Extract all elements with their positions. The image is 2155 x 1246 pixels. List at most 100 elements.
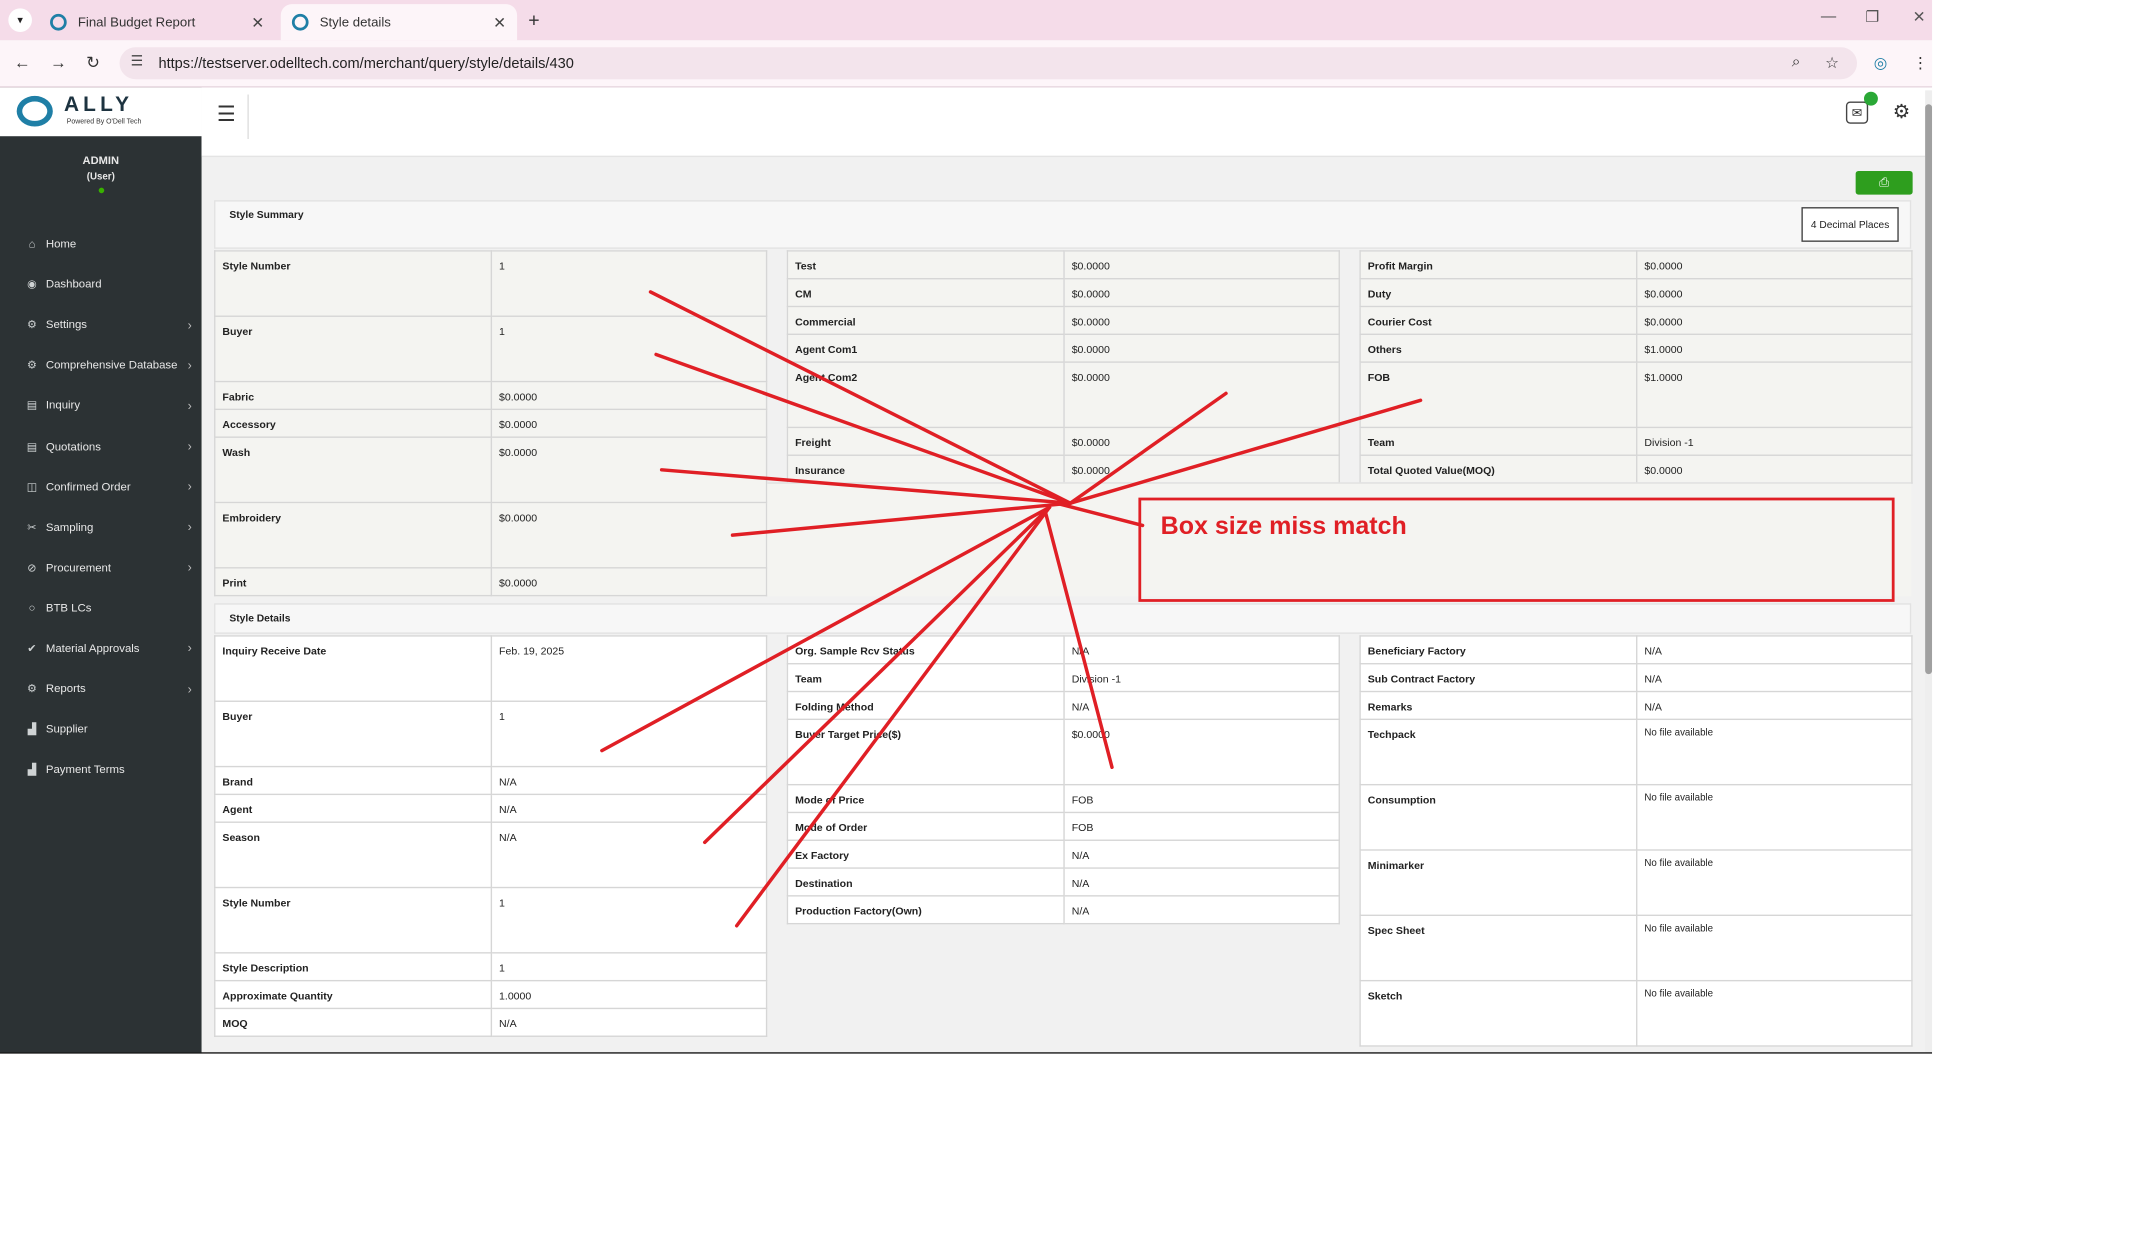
table-row: Brand N/A	[214, 765, 768, 796]
field-label: Approximate Quantity	[214, 979, 493, 1010]
field-label: Brand	[214, 765, 493, 796]
ban-icon: ⊘	[27, 561, 37, 574]
new-tab-plus-icon[interactable]: +	[528, 8, 539, 30]
field-value: $0.0000	[1063, 718, 1340, 786]
forward-arrow-icon[interactable]: →	[50, 53, 67, 72]
table-row: Sub Contract Factory N/A	[1359, 663, 1913, 693]
print-button[interactable]: ⎙	[1855, 170, 1913, 195]
field-label: CM	[786, 278, 1065, 308]
browser-address-bar: ← → ↻ ☰ https://testserver.odelltech.com…	[0, 40, 1933, 88]
zoom-icon[interactable]: ⌕	[1792, 54, 1801, 72]
browser-tab-bar: ▾ Final Budget Report ✕ Style details ✕ …	[0, 0, 1933, 41]
field-label: Test	[786, 250, 1065, 280]
field-value: 1	[490, 952, 768, 982]
bookmark-star-icon[interactable]: ☆	[1825, 54, 1839, 73]
tab-search-chevron-icon[interactable]: ▾	[8, 8, 32, 32]
sidebar-menu: ⌂ Home ◉ Dashboard ⚙ Settings › ⚙ Comprehensive …	[0, 224, 202, 790]
chevron-right-icon: ›	[187, 681, 192, 696]
field-value: Division -1	[1636, 426, 1913, 456]
tab-style-details[interactable]: Style details ✕	[280, 4, 518, 41]
scrollbar-thumb[interactable]	[1925, 104, 1933, 675]
notification-badge	[1863, 91, 1878, 106]
sidebar-item-quotations[interactable]: ▤ Quotations ›	[0, 426, 202, 466]
brand-tagline: Powered By O'Dell Tech	[66, 118, 142, 127]
field-label: Agent	[214, 793, 493, 823]
extension-icon[interactable]: ◎	[1874, 54, 1887, 73]
field-value: No file available	[1636, 783, 1913, 851]
sidebar-item-procurement[interactable]: ⊘ Procurement ›	[0, 547, 202, 587]
field-value: $0.0000	[1063, 333, 1340, 363]
field-label: Total Quoted Value(MOQ)	[1359, 454, 1638, 484]
gear-icon[interactable]: ⚙	[1888, 97, 1916, 125]
back-arrow-icon[interactable]: ←	[14, 53, 31, 72]
field-label: Destination	[786, 867, 1065, 897]
ally-favicon-icon	[50, 13, 67, 31]
page-scrollbar[interactable]	[1925, 90, 1933, 1054]
minimize-icon[interactable]: —	[1821, 8, 1836, 25]
field-value: N/A	[1063, 690, 1340, 721]
field-value: N/A	[1063, 895, 1340, 925]
sidebar-item-label: BTB LCs	[45, 601, 92, 615]
field-value: $0.0000	[1063, 454, 1340, 484]
table-row: Inquiry Receive Date Feb. 19, 2025	[214, 635, 768, 702]
chevron-right-icon: ›	[187, 317, 192, 332]
field-value: FOB	[1063, 783, 1340, 814]
sidebar-item-confirmed-order[interactable]: ◫ Confirmed Order ›	[0, 466, 202, 506]
sidebar-item-payment-terms[interactable]: ▟ Payment Terms	[0, 750, 202, 790]
table-row: Style Description 1	[214, 952, 768, 982]
table-row: Others $1.0000	[1359, 333, 1913, 363]
sidebar-item-dashboard[interactable]: ◉ Dashboard	[0, 264, 202, 304]
close-icon[interactable]: ✕	[251, 13, 264, 32]
file-icon: ▤	[26, 399, 38, 413]
table-row: Remarks N/A	[1359, 690, 1913, 721]
sidebar-item-sampling[interactable]: ✂ Sampling ›	[0, 507, 202, 547]
field-value: $0.0000	[1063, 305, 1340, 335]
table-row: Insurance $0.0000	[786, 454, 1340, 484]
decimal-places-button[interactable]: 4 Decimal Places	[1801, 207, 1899, 242]
field-label: Spec Sheet	[1359, 914, 1638, 982]
field-label: Sketch	[1359, 979, 1638, 1047]
hamburger-menu-icon[interactable]: ☰	[217, 101, 236, 127]
sidebar-item-supplier[interactable]: ▟ Supplier	[0, 709, 202, 749]
ally-logo-icon	[16, 95, 53, 127]
table-row: Courier Cost $0.0000	[1359, 305, 1913, 335]
browser-menu-icon[interactable]: ⋮	[1913, 54, 1928, 73]
sidebar-item-settings[interactable]: ⚙ Settings ›	[0, 305, 202, 345]
field-value: N/A	[490, 821, 768, 889]
field-label: Freight	[786, 426, 1065, 456]
style-details-header: Style Details	[214, 603, 1912, 634]
tab-final-budget-report[interactable]: Final Budget Report ✕	[39, 4, 275, 40]
sidebar-item-label: Dashboard	[45, 278, 102, 291]
table-row: Team Division -1	[1359, 426, 1913, 456]
table-row: Buyer Target Price($) $0.0000	[786, 718, 1340, 786]
sidebar-item-home[interactable]: ⌂ Home	[0, 224, 202, 264]
field-value: 1	[490, 700, 768, 768]
mail-icon[interactable]: ✉	[1845, 101, 1869, 124]
field-label: Folding Method	[786, 690, 1065, 721]
table-row: Season N/A	[214, 821, 768, 889]
field-value: $0.0000	[490, 501, 768, 569]
restore-icon[interactable]: ❐	[1865, 8, 1879, 27]
reload-icon[interactable]: ↻	[86, 53, 100, 72]
field-label: Insurance	[786, 454, 1065, 484]
close-icon[interactable]: ✕	[493, 13, 506, 32]
section-title: Style Details	[229, 611, 291, 625]
brand-logo[interactable]: ALLY Powered By O'Dell Tech	[0, 87, 202, 137]
field-value: 1	[490, 315, 768, 383]
table-row: Duty $0.0000	[1359, 278, 1913, 308]
field-label: Embroidery	[214, 501, 493, 569]
field-label: Wash	[214, 436, 493, 504]
sidebar-item-reports[interactable]: ⚙ Reports ›	[0, 669, 202, 709]
sidebar-item-inquiry[interactable]: ▤ Inquiry ›	[0, 386, 202, 426]
sidebar-item-btb-lcs[interactable]: ○ BTB LCs	[0, 588, 202, 628]
table-row: Embroidery $0.0000	[214, 501, 768, 569]
window-close-icon[interactable]: ✕	[1913, 8, 1926, 27]
sidebar-item-comprehensive-database[interactable]: ⚙ Comprehensive Database ›	[0, 345, 202, 385]
url-bar[interactable]: ☰ https://testserver.odelltech.com/merch…	[119, 47, 1858, 80]
tab-title: Final Budget Report	[77, 14, 196, 30]
sidebar-item-material-approvals[interactable]: ✔ Material Approvals ›	[0, 628, 202, 668]
field-label: Buyer	[214, 700, 493, 768]
bar-chart-icon: ▟	[27, 763, 37, 776]
site-settings-icon[interactable]: ☰	[131, 54, 143, 69]
sidebar: ALLY Powered By O'Dell Tech ADMIN (User)…	[0, 87, 202, 1054]
